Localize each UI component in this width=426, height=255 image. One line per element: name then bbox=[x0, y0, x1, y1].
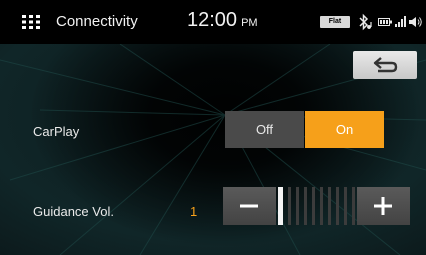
volume-segment bbox=[336, 187, 339, 225]
volume-segment bbox=[296, 187, 299, 225]
clock: 12:00 PM bbox=[187, 9, 258, 32]
signal-icon bbox=[395, 16, 407, 27]
back-arrow-icon bbox=[373, 57, 398, 73]
volume-icon bbox=[409, 16, 423, 28]
battery-icon bbox=[378, 18, 392, 26]
plus-icon bbox=[374, 197, 392, 215]
bluetooth-audio-icon bbox=[358, 13, 374, 31]
volume-segment bbox=[288, 187, 291, 225]
menu-grid-icon[interactable] bbox=[22, 15, 40, 29]
eq-preset-badge: Flat bbox=[320, 16, 350, 28]
volume-segment bbox=[312, 187, 315, 225]
volume-segment bbox=[344, 187, 347, 225]
carplay-on-button[interactable]: On bbox=[305, 111, 384, 148]
minus-icon bbox=[240, 204, 258, 208]
volume-segment bbox=[304, 187, 307, 225]
back-button[interactable] bbox=[353, 51, 417, 79]
volume-segment bbox=[320, 187, 323, 225]
volume-decrease-button[interactable] bbox=[223, 187, 276, 225]
carplay-off-button[interactable]: Off bbox=[225, 111, 304, 148]
clock-time: 12:00 bbox=[187, 9, 238, 31]
carplay-label: CarPlay bbox=[33, 124, 80, 139]
clock-ampm: PM bbox=[241, 17, 258, 29]
volume-level-slider[interactable] bbox=[276, 187, 357, 225]
guidance-volume-label: Guidance Vol. bbox=[33, 204, 114, 219]
page-title: Connectivity bbox=[56, 13, 138, 30]
status-bar: Connectivity 12:00 PM Flat bbox=[0, 0, 426, 44]
volume-segment bbox=[328, 187, 331, 225]
status-icons bbox=[358, 13, 422, 31]
volume-segment bbox=[278, 187, 283, 225]
volume-segment bbox=[352, 187, 355, 225]
volume-increase-button[interactable] bbox=[357, 187, 410, 225]
guidance-volume-value: 1 bbox=[190, 204, 198, 219]
